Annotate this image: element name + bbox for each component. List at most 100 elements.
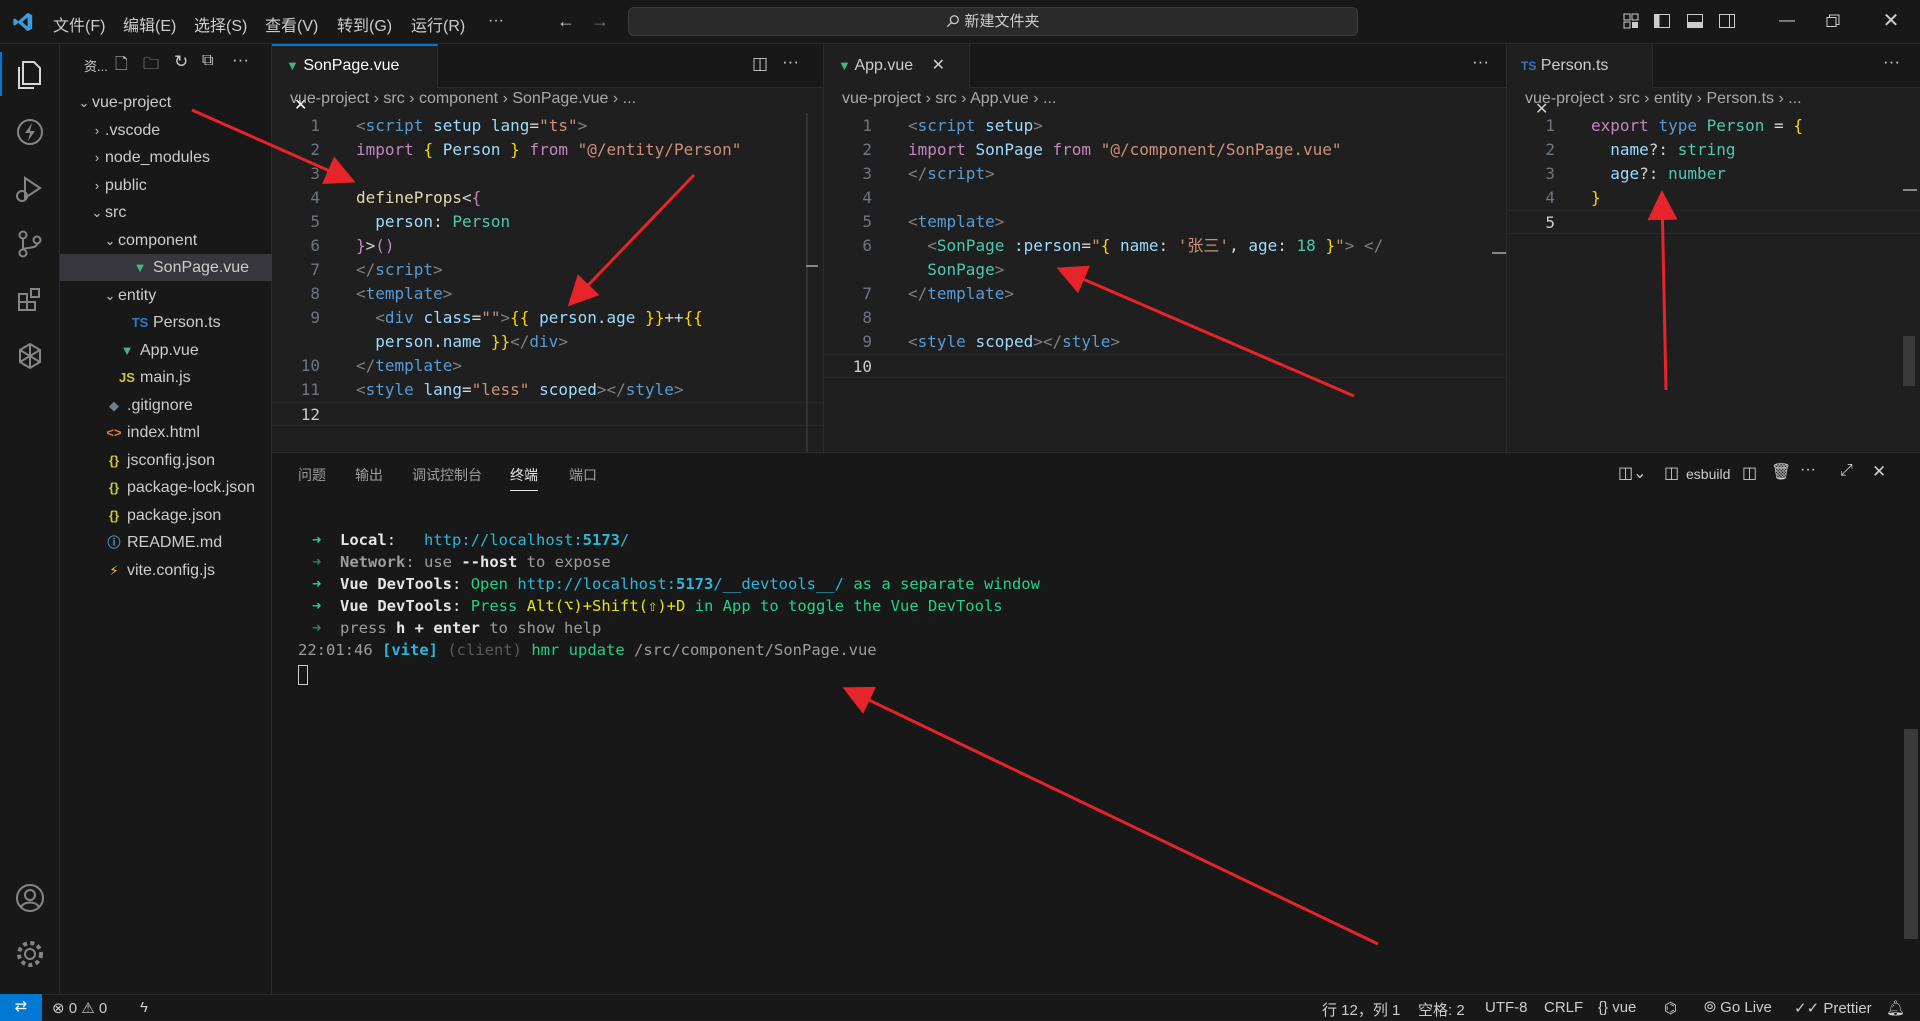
run-debug-icon[interactable]: [10, 168, 50, 208]
copilot-icon[interactable]: ⌬: [1664, 999, 1677, 1017]
tree-item[interactable]: <> index.html: [60, 419, 272, 446]
tree-item[interactable]: ⚡ vite.config.js: [60, 557, 272, 584]
toggle-primary-sidebar-icon[interactable]: [1653, 12, 1671, 30]
new-terminal-split-icon[interactable]: ◫⌄: [1618, 463, 1647, 483]
cursor-position[interactable]: 行 12，列 1: [1322, 999, 1400, 1020]
lightning-extension-icon[interactable]: [10, 112, 50, 152]
tab-problems[interactable]: 问题: [298, 465, 326, 485]
breadcrumb-item[interactable]: src: [1618, 90, 1639, 107]
breadcrumb-item[interactable]: component: [419, 90, 498, 107]
breadcrumb-item[interactable]: entity: [1654, 90, 1692, 107]
accounts-icon[interactable]: [10, 878, 50, 918]
tree-item[interactable]: JS main.js: [60, 364, 272, 391]
terminal-output[interactable]: ➜ Local: http://localhost:5173/ ➜ Network…: [272, 529, 1872, 929]
tree-item[interactable]: › .vscode: [60, 117, 272, 144]
tree-item[interactable]: ◆ .gitignore: [60, 392, 272, 419]
kill-terminal-trash-icon[interactable]: 🗑: [1771, 462, 1791, 482]
scroll-thumb[interactable]: [1903, 336, 1915, 386]
split-terminal-icon[interactable]: ◫: [1742, 463, 1757, 483]
toggle-panel-icon[interactable]: [1686, 12, 1704, 30]
tree-item[interactable]: {} package.json: [60, 502, 272, 529]
tree-item[interactable]: › public: [60, 172, 272, 199]
tree-item[interactable]: ⌄ vue-project: [60, 89, 272, 116]
tree-item[interactable]: ⌄ src: [60, 199, 272, 226]
breadcrumb-item[interactable]: Person.ts: [1706, 90, 1774, 107]
forward-arrow-icon[interactable]: →: [589, 10, 611, 32]
terminal-name[interactable]: esbuild: [1686, 466, 1730, 482]
breadcrumb-item[interactable]: vue-project: [1525, 90, 1604, 107]
tab-person-ts[interactable]: TS Person.ts ✕: [1507, 44, 1653, 118]
new-folder-icon[interactable]: 🗀: [143, 53, 159, 80]
menu-more[interactable]: ···: [488, 12, 504, 30]
customize-layout-icon[interactable]: [1622, 12, 1640, 30]
split-editor-icon[interactable]: ◫: [752, 54, 768, 74]
line-ending[interactable]: CRLF: [1544, 999, 1583, 1016]
tree-item[interactable]: {} jsconfig.json: [60, 447, 272, 474]
code-line: 5: [1507, 210, 1920, 234]
menu-run[interactable]: 运行(R): [411, 12, 465, 36]
menu-view[interactable]: 查看(V): [265, 12, 318, 36]
panel-more-icon[interactable]: ···: [1800, 461, 1816, 479]
menu-file[interactable]: 文件(F): [53, 12, 105, 36]
encoding[interactable]: UTF-8: [1485, 999, 1528, 1016]
refresh-icon[interactable]: ↻: [174, 52, 188, 72]
breadcrumb-item[interactable]: src: [935, 90, 956, 107]
notifications-bell-icon[interactable]: 🔔︎: [1886, 999, 1905, 1017]
minimize-icon[interactable]: —: [1776, 10, 1798, 32]
close-window-icon[interactable]: ✕: [1880, 10, 1902, 32]
editor-more-icon[interactable]: ···: [1472, 52, 1489, 72]
settings-gear-icon[interactable]: [10, 934, 50, 974]
breadcrumb-item[interactable]: App.vue: [970, 90, 1029, 107]
more-actions-icon[interactable]: ···: [232, 50, 249, 70]
language-mode[interactable]: {} vue: [1598, 999, 1636, 1016]
remote-explorer-icon[interactable]: [10, 336, 50, 376]
restore-icon[interactable]: [1826, 14, 1840, 28]
terminal-scrollbar[interactable]: [1904, 729, 1918, 939]
explorer-icon[interactable]: [10, 54, 50, 94]
tab-ports[interactable]: 端口: [569, 465, 597, 485]
command-center-search[interactable]: 新建文件夹: [628, 7, 1358, 36]
tree-item[interactable]: ⌄ component: [60, 227, 272, 254]
extensions-icon[interactable]: [10, 280, 50, 320]
problems-status[interactable]: ⊗ 0 ⚠ 0: [52, 999, 107, 1017]
editor-more-icon[interactable]: ···: [1883, 52, 1900, 72]
indentation[interactable]: 空格: 2: [1418, 999, 1465, 1020]
editor-scrollbar[interactable]: [806, 113, 808, 452]
tree-item[interactable]: TS Person.ts: [60, 309, 272, 336]
breadcrumb-item[interactable]: ...: [1788, 90, 1801, 107]
close-tab-icon[interactable]: ✕: [932, 57, 945, 74]
source-control-icon[interactable]: [10, 224, 50, 264]
go-live[interactable]: ⦾ Go Live: [1704, 999, 1772, 1016]
tree-item[interactable]: {} package-lock.json: [60, 474, 272, 501]
tab-app-vue[interactable]: ▼ App.vue ✕: [824, 44, 970, 88]
tree-item[interactable]: › node_modules: [60, 144, 272, 171]
menu-goto[interactable]: 转到(G): [337, 12, 392, 36]
toggle-secondary-sidebar-icon[interactable]: [1718, 12, 1736, 30]
new-file-icon[interactable]: 🗋: [115, 53, 128, 80]
breadcrumb-item[interactable]: ...: [1043, 90, 1056, 107]
tree-item[interactable]: ▼ SonPage.vue: [60, 254, 272, 281]
tab-debug-console[interactable]: 调试控制台: [412, 465, 482, 485]
tree-item[interactable]: ⌄ entity: [60, 282, 272, 309]
tree-item[interactable]: ⓘ README.md: [60, 529, 272, 556]
breadcrumb-item[interactable]: ...: [623, 90, 636, 107]
prettier[interactable]: ✓✓ Prettier: [1794, 999, 1872, 1017]
breadcrumb-item[interactable]: vue-project: [842, 90, 921, 107]
menu-selection[interactable]: 选择(S): [194, 12, 247, 36]
menu-edit[interactable]: 编辑(E): [123, 12, 176, 36]
breadcrumb-item[interactable]: vue-project: [290, 90, 369, 107]
tab-sonpage-vue[interactable]: ▼ SonPage.vue ✕: [272, 44, 438, 114]
breadcrumb-item[interactable]: src: [383, 90, 404, 107]
back-arrow-icon[interactable]: ←: [555, 10, 577, 32]
breadcrumb-item[interactable]: SonPage.vue: [512, 90, 608, 107]
tab-terminal[interactable]: 终端: [510, 465, 538, 491]
collapse-all-icon[interactable]: ⧉: [202, 52, 213, 70]
close-panel-icon[interactable]: ✕: [1872, 462, 1886, 482]
terminal-split-icon[interactable]: ◫: [1664, 463, 1679, 483]
tab-output[interactable]: 输出: [355, 465, 383, 485]
lightning-status-icon[interactable]: ϟ: [140, 999, 148, 1016]
tree-item[interactable]: ▼ App.vue: [60, 337, 272, 364]
editor-more-icon[interactable]: ···: [782, 52, 799, 72]
maximize-panel-icon[interactable]: ⤢: [1840, 462, 1853, 480]
remote-indicator-icon[interactable]: ⇄: [0, 994, 42, 1021]
